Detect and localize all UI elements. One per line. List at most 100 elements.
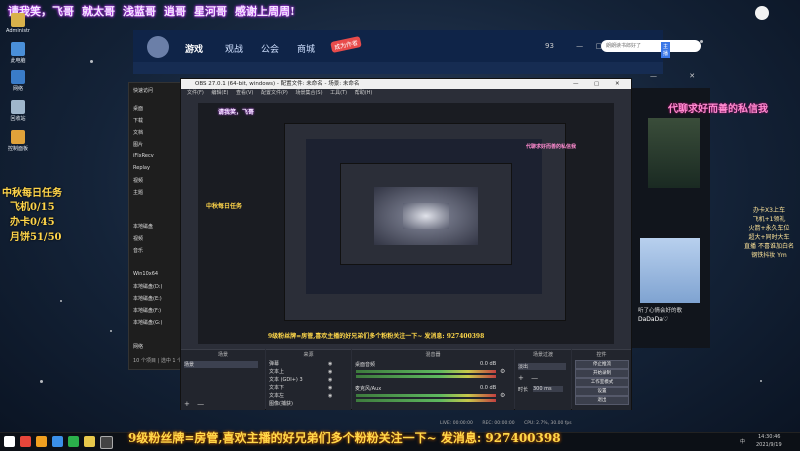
- remove-icon[interactable]: —: [531, 374, 538, 382]
- explorer-item[interactable]: Win10x64: [133, 271, 158, 277]
- close-icon[interactable]: ✕: [614, 42, 620, 50]
- explorer-item[interactable]: 快速访问: [133, 87, 153, 94]
- scene-item[interactable]: 场景: [184, 361, 258, 368]
- explorer-item[interactable]: 桌面: [133, 105, 143, 112]
- site-subnav: [133, 62, 663, 74]
- mixer-dock-title: 混音器: [425, 352, 441, 358]
- sources-dock-title: 来源: [303, 352, 314, 358]
- remove-icon[interactable]: —: [197, 400, 204, 408]
- network-icon: [11, 70, 25, 84]
- obs-preview[interactable]: 请我笑，飞哥 代聊求好而善的私信我 中秋每日任务 9级粉丝牌=房管,喜欢主播的好…: [198, 103, 614, 344]
- explorer-item[interactable]: Replay: [133, 165, 150, 171]
- clock-date[interactable]: 2021/9/19: [756, 442, 782, 448]
- explorer-item[interactable]: 视频: [133, 235, 143, 242]
- menu-edit[interactable]: 编辑(E): [211, 90, 228, 96]
- source-item[interactable]: 弹幕: [269, 360, 279, 367]
- preview-right-title: 代聊求好而善的私信我: [526, 144, 577, 150]
- snow-dot: [90, 60, 93, 63]
- source-item[interactable]: 文本左: [269, 392, 284, 399]
- menu-tools[interactable]: 工具(T): [330, 90, 347, 96]
- eye-icon[interactable]: ◉ ◉ ◉ ◉ ◉: [328, 360, 332, 400]
- controls-dock: 控件 停止推流 开始录制 工作室模式 设置 退出: [572, 349, 631, 410]
- desktop-icon-control[interactable]: 控制面板: [4, 130, 32, 152]
- site-nav-guild[interactable]: 公会: [261, 42, 279, 55]
- maximize-icon[interactable]: ▢: [595, 42, 602, 50]
- banner-item: 浅蓝哥: [123, 5, 156, 18]
- menu-file[interactable]: 文件(F): [187, 90, 204, 96]
- duration-input[interactable]: 300 ms: [533, 386, 563, 392]
- app-icon[interactable]: [84, 436, 95, 447]
- gear-icon[interactable]: ⚙: [500, 392, 505, 399]
- desktop-icon-user[interactable]: Administr: [4, 13, 32, 34]
- start-icon[interactable]: [4, 436, 15, 447]
- obs-title: OBS 27.0.1 (64-bit, windows) - 配置文件: 未命名…: [195, 81, 360, 87]
- stop-streaming-button[interactable]: 停止推流: [575, 360, 629, 369]
- menu-scene-collection[interactable]: 场景集合(S): [295, 90, 322, 96]
- close-icon[interactable]: ✕: [615, 79, 620, 89]
- site-nav-game[interactable]: 游戏: [185, 42, 203, 55]
- add-icon[interactable]: +: [184, 400, 190, 408]
- status-rec: REC: 00:00:00: [482, 421, 515, 426]
- author-badge[interactable]: 成为作者: [330, 35, 362, 54]
- gear-icon[interactable]: ⚙: [500, 368, 505, 375]
- menu-view[interactable]: 查看(V): [236, 90, 253, 96]
- add-icon[interactable]: +: [518, 374, 524, 382]
- minimize-icon[interactable]: —: [650, 72, 657, 80]
- desktop-icon-recycle[interactable]: 回收站: [4, 100, 32, 122]
- input-lang[interactable]: 中: [740, 438, 745, 445]
- source-item[interactable]: 文本 (GDI+) 3: [269, 376, 303, 383]
- explorer-item[interactable]: 图片: [133, 141, 143, 148]
- preview-ticker: 9级粉丝牌=房管,喜欢主播的好兄弟们多个粉粉关注一下~ 发消息: 9274003…: [268, 333, 485, 340]
- obs-taskbar-icon[interactable]: [100, 436, 113, 449]
- app-icon[interactable]: [20, 436, 31, 447]
- user-folder-icon: [11, 13, 25, 27]
- app-icon[interactable]: [36, 436, 47, 447]
- clock-time[interactable]: 14:30:46: [758, 434, 780, 440]
- maximize-icon[interactable]: ▢: [594, 79, 599, 89]
- scenes-dock-title: 场景: [217, 352, 228, 358]
- minimize-icon[interactable]: —: [576, 42, 583, 50]
- app-icon[interactable]: [68, 436, 79, 447]
- close-icon[interactable]: ✕: [689, 72, 695, 80]
- explorer-item[interactable]: 音乐: [133, 247, 143, 254]
- app-icon[interactable]: [52, 436, 63, 447]
- menu-help[interactable]: 帮助(H): [355, 90, 373, 96]
- menu-profile[interactable]: 配置文件(P): [261, 90, 288, 96]
- song-title: 听了心情会好的歌: [638, 308, 683, 314]
- explorer-item[interactable]: 下载: [133, 117, 143, 124]
- explorer-item[interactable]: 本地磁盘(G:): [133, 319, 162, 326]
- explorer-item[interactable]: 本地磁盘: [133, 223, 153, 230]
- snow-dot: [40, 380, 43, 383]
- audio-meter: [356, 375, 496, 378]
- site-nav-watch[interactable]: 观战: [225, 42, 243, 55]
- settings-button[interactable]: 设置: [575, 387, 629, 396]
- explorer-item[interactable]: 主题: [133, 189, 143, 196]
- mixer-channel-db: 0.0 dB: [480, 361, 497, 367]
- source-item[interactable]: 文本下: [269, 384, 284, 391]
- site-nav-mall[interactable]: 商城: [297, 42, 315, 55]
- explorer-item[interactable]: 本地磁盘(D:): [133, 283, 162, 290]
- explorer-item[interactable]: 视频: [133, 177, 143, 184]
- login-button[interactable]: 主播: [661, 42, 671, 58]
- obs-window: OBS 27.0.1 (64-bit, windows) - 配置文件: 未命名…: [180, 78, 632, 410]
- explorer-item[interactable]: 文档: [133, 129, 143, 136]
- explorer-item[interactable]: 本地磁盘(F:): [133, 307, 161, 314]
- explorer-item[interactable]: 本地磁盘(E:): [133, 295, 162, 302]
- studio-mode-button[interactable]: 工作室模式: [575, 378, 629, 387]
- status-cpu: CPU: 2.7%, 30.00 fps: [524, 421, 572, 426]
- explorer-item[interactable]: 网络: [133, 343, 143, 350]
- minimize-icon[interactable]: —: [573, 79, 579, 89]
- explorer-item[interactable]: iFlxRecv: [133, 153, 154, 159]
- transition-select[interactable]: 淡出: [518, 363, 566, 370]
- source-item[interactable]: 图像(捕获): [269, 400, 293, 407]
- desktop-icon-network[interactable]: 网络: [4, 70, 32, 92]
- computer-icon: [11, 42, 25, 56]
- source-item[interactable]: 文本上: [269, 368, 284, 375]
- start-recording-button[interactable]: 开始录制: [575, 369, 629, 378]
- obs-titlebar: OBS 27.0.1 (64-bit, windows) - 配置文件: 未命名…: [181, 79, 631, 89]
- exit-button[interactable]: 退出: [575, 396, 629, 405]
- recycle-bin-icon: [11, 100, 25, 114]
- audio-meter: [356, 370, 496, 373]
- right-page: 听了心情会好的歌 DaDaDa♡: [630, 88, 710, 348]
- desktop-icon-computer[interactable]: 此电脑: [4, 42, 32, 64]
